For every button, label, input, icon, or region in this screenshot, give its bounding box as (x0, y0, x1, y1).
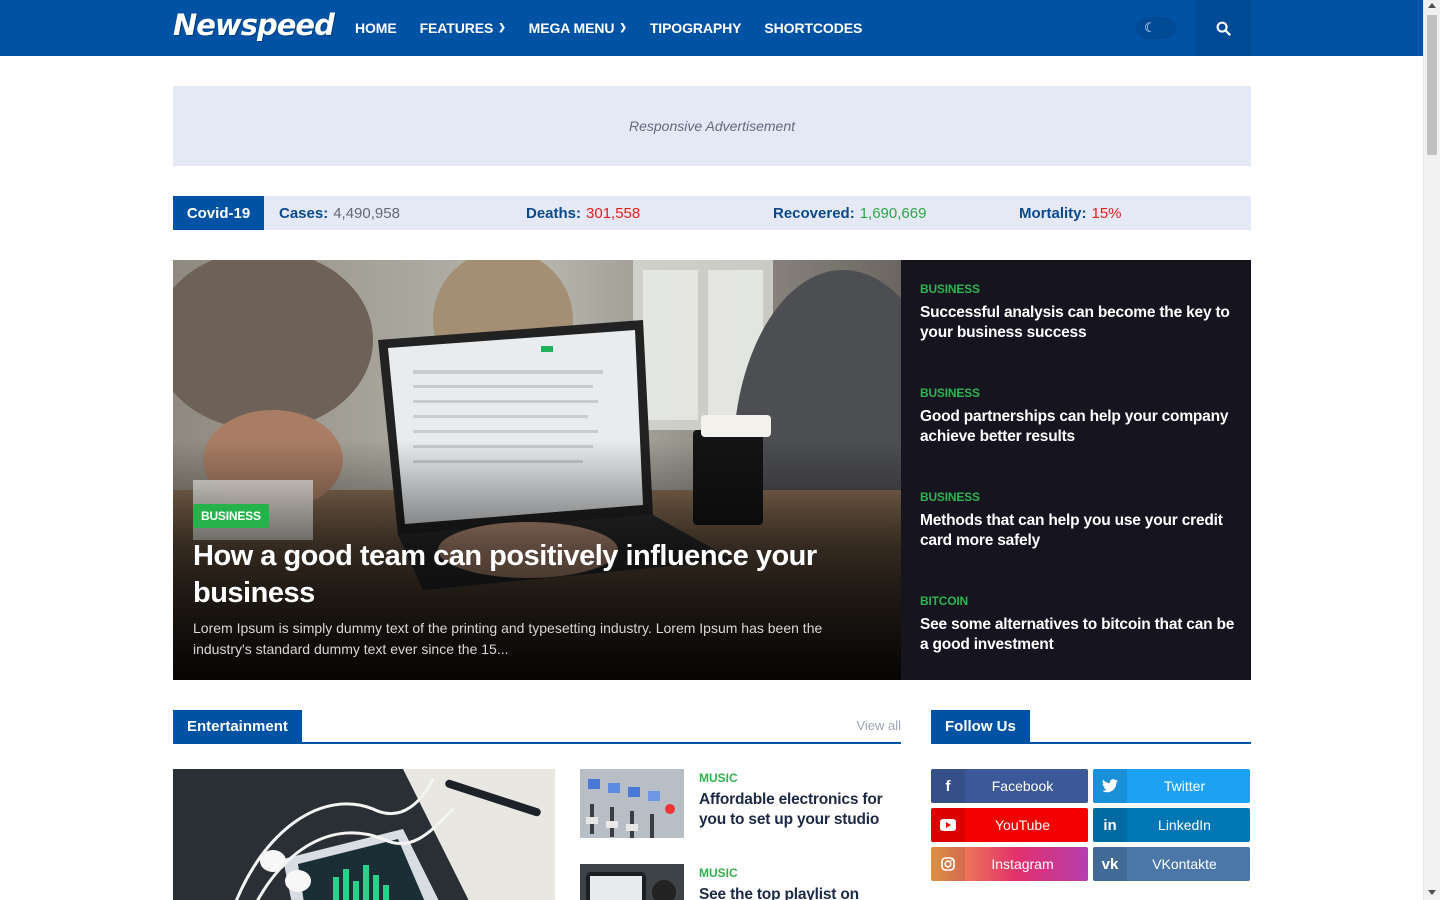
follow-us-section-header: Follow Us (931, 710, 1251, 744)
post-title[interactable]: Successful analysis can become the key t… (920, 303, 1240, 343)
stat-value: 15% (1091, 204, 1122, 222)
featured-side-list: BUSINESS Successful analysis can become … (901, 260, 1251, 680)
scroll-thumb[interactable] (1427, 15, 1437, 155)
social-label: Twitter (1163, 778, 1206, 794)
phone-playlist-image (580, 864, 684, 900)
entertainment-post[interactable]: MUSIC See the top playlist on (580, 864, 901, 900)
nav-label: TIPOGRAPHY (649, 20, 742, 36)
featured-post-title[interactable]: How a good team can positively influence… (193, 538, 853, 612)
facebook-button[interactable]: f Facebook (931, 769, 1088, 803)
side-post[interactable]: BUSINESS Successful analysis can become … (920, 282, 1240, 343)
entertainment-section-header: Entertainment View all (173, 710, 901, 744)
instagram-icon (931, 847, 965, 881)
post-category[interactable]: BUSINESS (920, 282, 1240, 296)
nav-item-tipography[interactable]: TIPOGRAPHY (650, 20, 742, 36)
header-inner: Newspeed HOME FEATURES ❯ MEGA MENU ❯ TIPOG… (173, 0, 1251, 56)
post-category[interactable]: BUSINESS (920, 490, 1240, 504)
stat-value: 1,690,669 (859, 204, 927, 222)
earphones-phone-image (173, 769, 555, 900)
linkedin-icon: in (1093, 808, 1127, 842)
social-label: LinkedIn (1158, 817, 1211, 833)
chevron-down-icon: ❯ (498, 21, 506, 32)
nav-label: FEATURES (419, 20, 494, 36)
twitter-button[interactable]: Twitter (1093, 769, 1250, 803)
post-category[interactable]: BITCOIN (920, 594, 1240, 608)
covid-title: Covid-19 (173, 196, 264, 230)
post-category[interactable]: BUSINESS (920, 386, 1240, 400)
nav-item-mega-menu[interactable]: MEGA MENU ❯ (529, 20, 627, 36)
linkedin-button[interactable]: in LinkedIn (1093, 808, 1250, 842)
stat-value: 4,490,958 (333, 204, 400, 222)
stat-label: Deaths: (526, 204, 582, 222)
twitter-icon (1093, 769, 1127, 803)
nav-label: MEGA MENU (528, 20, 615, 36)
scroll-up-arrow[interactable] (1428, 3, 1436, 8)
covid-stat-recovered: Recovered: 1,690,669 (773, 196, 926, 230)
chevron-down-icon: ❯ (619, 21, 627, 32)
advertisement-banner[interactable]: Responsive Advertisement (173, 86, 1251, 166)
nav-label: SHORTCODES (764, 20, 863, 36)
side-post[interactable]: BITCOIN See some alternatives to bitcoin… (920, 594, 1240, 655)
nav-item-home[interactable]: HOME (355, 20, 397, 36)
side-post[interactable]: BUSINESS Methods that can help you use y… (920, 490, 1240, 551)
social-label: YouTube (994, 817, 1050, 833)
nav-label: HOME (355, 20, 397, 36)
page-scrollbar[interactable] (1423, 0, 1440, 900)
moon-icon: ☾ (1144, 20, 1156, 35)
mixer-image (580, 769, 684, 838)
stat-label: Recovered: (773, 204, 855, 222)
vk-icon: vk (1093, 847, 1127, 881)
covid-stat-cases: Cases: 4,490,958 (279, 196, 400, 230)
stat-label: Cases: (279, 204, 329, 222)
section-title[interactable]: Entertainment (173, 710, 302, 743)
post-title[interactable]: Methods that can help you use your credi… (920, 511, 1240, 551)
post-title[interactable]: Good partnerships can help your company … (920, 407, 1240, 447)
main-nav: HOME FEATURES ❯ MEGA MENU ❯ TIPOGRAPHY SHO… (355, 0, 862, 56)
post-title[interactable]: See the top playlist on (699, 885, 899, 900)
social-label: VKontakte (1152, 856, 1217, 872)
dark-mode-toggle[interactable]: ☾ (1136, 17, 1176, 39)
post-category[interactable]: MUSIC (699, 771, 738, 785)
site-logo[interactable]: Newspeed (173, 8, 335, 42)
search-icon (1216, 21, 1231, 36)
facebook-icon: f (931, 769, 965, 803)
featured-post[interactable]: BUSINESS How a good team can positively … (173, 260, 901, 680)
social-label: Instagram (991, 856, 1054, 872)
stat-label: Mortality: (1019, 204, 1087, 222)
vkontakte-button[interactable]: vk VKontakte (1093, 847, 1250, 881)
social-label: Facebook (991, 778, 1054, 794)
post-category[interactable]: MUSIC (699, 866, 738, 880)
search-button[interactable] (1195, 0, 1251, 56)
section-title: Follow Us (931, 710, 1030, 743)
covid-stat-deaths: Deaths: 301,558 (526, 196, 640, 230)
nav-item-shortcodes[interactable]: SHORTCODES (764, 20, 862, 36)
covid-ticker: Covid-19 Cases: 4,490,958 Deaths: 301,55… (173, 196, 1251, 230)
category-badge[interactable]: BUSINESS (193, 504, 269, 528)
nav-item-features[interactable]: FEATURES ❯ (420, 20, 506, 36)
stat-value: 301,558 (586, 204, 641, 222)
entertainment-post[interactable]: MUSIC Affordable electronics for you to … (580, 769, 901, 849)
view-all-link[interactable]: View all (856, 718, 901, 733)
side-post[interactable]: BUSINESS Good partnerships can help your… (920, 386, 1240, 447)
scroll-down-arrow[interactable] (1428, 890, 1436, 895)
site-header: Newspeed HOME FEATURES ❯ MEGA MENU ❯ TIPOG… (0, 0, 1423, 56)
post-title[interactable]: See some alternatives to bitcoin that ca… (920, 615, 1240, 655)
featured-post-excerpt: Lorem Ipsum is simply dummy text of the … (193, 620, 823, 657)
ad-text: Responsive Advertisement (628, 118, 795, 134)
entertainment-main-post-image[interactable] (173, 769, 555, 900)
instagram-button[interactable]: Instagram (931, 847, 1088, 881)
youtube-button[interactable]: YouTube (931, 808, 1088, 842)
covid-stat-mortality: Mortality: 15% (1019, 196, 1122, 230)
post-thumbnail[interactable] (580, 864, 684, 900)
post-title[interactable]: Affordable electronics for you to set up… (699, 790, 899, 830)
post-thumbnail[interactable] (580, 769, 684, 838)
youtube-icon (931, 808, 965, 842)
